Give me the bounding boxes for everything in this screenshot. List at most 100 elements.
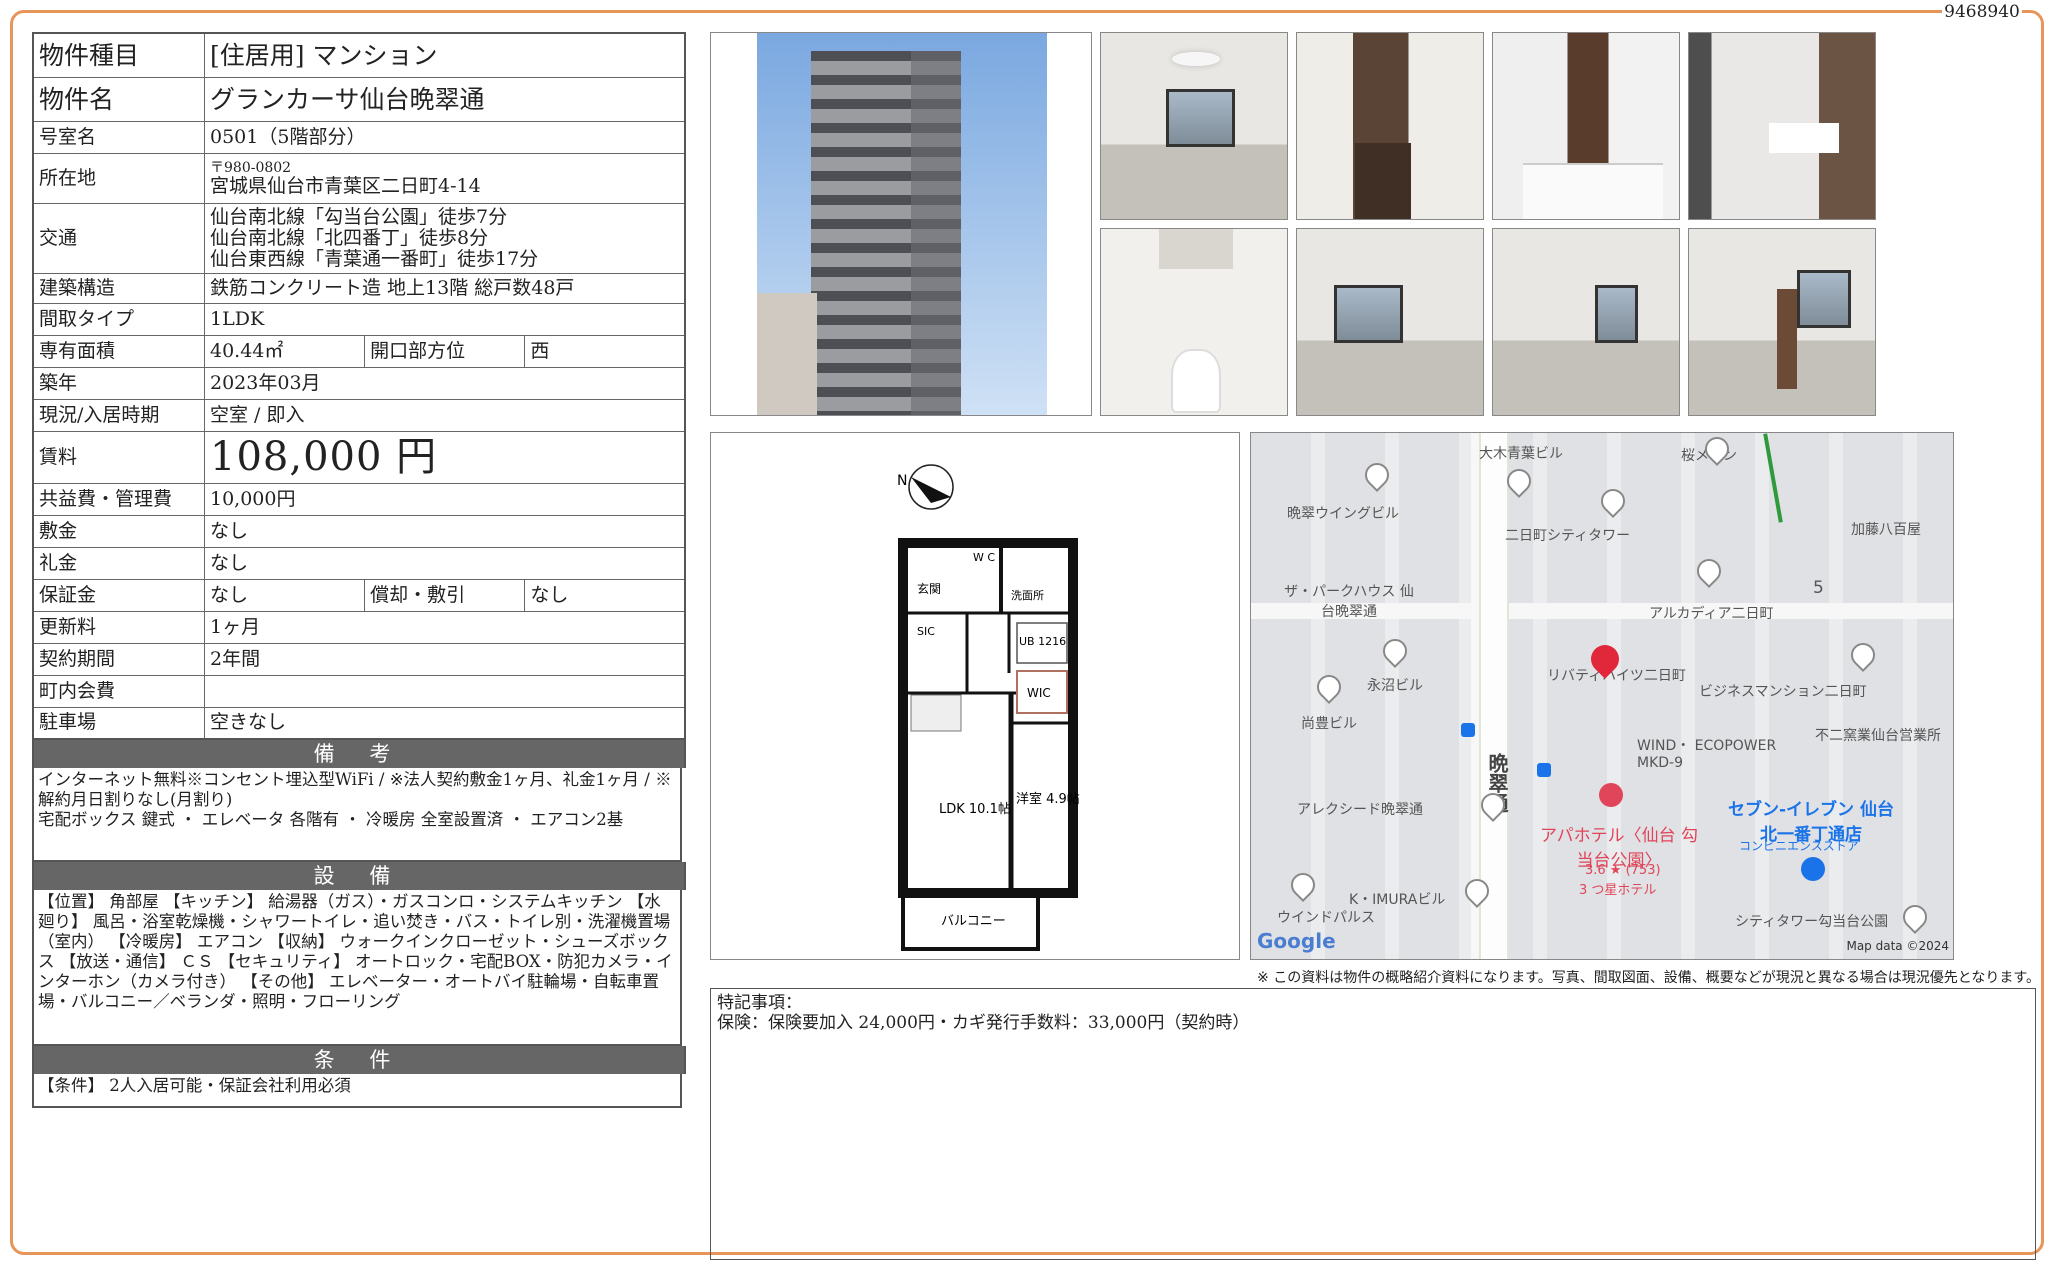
room-photo-3[interactable] [1492, 228, 1680, 416]
row-renewal: 更新料 1ヶ月 [32, 610, 686, 644]
hallway-photo[interactable] [1688, 228, 1876, 416]
window-image-3 [1595, 284, 1639, 343]
row-contract: 契約期間 2年間 [32, 642, 686, 676]
conditions-header: 条 件 [32, 1046, 686, 1074]
postal-code: 〒980-0802 [210, 159, 292, 176]
row-name: 物件名 グランカーサ仙台晩翠通 [32, 76, 686, 122]
room-photo-1[interactable] [1100, 32, 1288, 220]
floor-plan[interactable]: N 玄関 W C 洗面所 SIC UB 1216 WIC LDK 10.1帖 洋… [710, 432, 1240, 960]
property-table: 物件種目 [住居用] マンション 物件名 グランカーサ仙台晩翠通 号室名 050… [32, 32, 686, 740]
value-direction: 西 [524, 334, 686, 368]
building-side-image [911, 51, 961, 415]
washroom-photo[interactable] [1688, 32, 1876, 220]
label-renewal: 更新料 [32, 610, 205, 644]
room-sic: SIC [917, 625, 935, 638]
room-photo-2[interactable] [1296, 228, 1484, 416]
sink-image [1769, 123, 1839, 153]
row-address: 所在地 〒980-0802 宮城県仙台市青葉区二日町4-14 [32, 152, 686, 204]
bathroom-photo[interactable] [1492, 32, 1680, 220]
value-renewal: 1ヶ月 [204, 610, 686, 644]
toilet-photo[interactable] [1100, 228, 1288, 416]
value-guarantee: なし [203, 578, 366, 612]
row-layout: 間取タイプ 1LDK [32, 302, 686, 336]
room-balcony: バルコニー [941, 914, 1006, 929]
facilities-body: 【位置】 角部屋 【キッチン】 給湯器（ガス）・ガスコンロ・システムキッチン 【… [32, 890, 682, 1046]
label-built: 築年 [32, 366, 205, 400]
kitchen-photo[interactable] [1296, 32, 1484, 220]
value-key-money: なし [204, 546, 686, 580]
remarks-header: 備 考 [32, 740, 686, 768]
poi-21[interactable]: シティタワー勾当台公園 [1735, 911, 1888, 931]
label-key-money: 礼金 [32, 546, 205, 580]
row-rent: 賃料 108,000 円 [32, 430, 686, 484]
row-built: 築年 2023年03月 [32, 366, 686, 400]
poi-7[interactable]: リバティハイツ二日町 [1547, 665, 1686, 685]
label-fee: 共益費・管理費 [32, 482, 205, 516]
poi-13[interactable]: アレクシード晩翠通 [1297, 799, 1423, 819]
room-entry: 玄関 [917, 581, 941, 596]
window-image-2 [1334, 284, 1404, 343]
poi-10[interactable]: 尚豊ビル [1301, 713, 1357, 733]
window-image [1166, 88, 1236, 147]
room-ldk: LDK 10.1帖 [939, 802, 1011, 817]
ceiling-light-image [1171, 51, 1221, 67]
label-deposit: 敷金 [32, 514, 205, 548]
poi-5[interactable]: ザ・パークハウス 仙台晩翠通 [1279, 581, 1419, 621]
door-image [1777, 289, 1797, 389]
row-key-money: 礼金 なし [32, 546, 686, 580]
map-copyright: Map data ©2024 [1846, 939, 1949, 953]
poi-2[interactable]: 晩翠ウイングビル [1287, 503, 1399, 523]
kitchen-cabinet-image [1355, 143, 1411, 219]
poi-11[interactable]: 不二窯業仙台営業所 [1815, 725, 1941, 745]
label-contract: 契約期間 [32, 642, 205, 676]
document-number: 9468940 [1942, 0, 2022, 24]
label-status: 現況/入居時期 [32, 398, 205, 432]
poi-0[interactable]: 大木青葉ビル [1479, 443, 1563, 463]
poi-3[interactable]: 二日町シティタワー [1505, 525, 1630, 545]
poi-8[interactable]: ビジネスマンション二日町 [1699, 681, 1867, 701]
label-town-fee: 町内会費 [32, 674, 205, 708]
row-guarantee: 保証金 なし 償却・敷引 なし [32, 578, 686, 612]
label-room: 号室名 [32, 120, 205, 154]
row-room: 号室名 0501（5階部分） [32, 120, 686, 154]
row-type: 物件種目 [住居用] マンション [32, 32, 686, 78]
poi-20[interactable]: ウインドパルス [1277, 907, 1375, 927]
value-room: 0501（5階部分） [204, 120, 686, 154]
row-town-fee: 町内会費 [32, 674, 686, 708]
room-wic: WIC [1027, 686, 1051, 700]
value-area: 40.44㎡ [203, 334, 366, 368]
room-wash: 洗面所 [1011, 589, 1044, 602]
label-guarantee: 保証金 [32, 578, 205, 612]
poi-15[interactable]: コンビニエンスストア [1739, 837, 1859, 854]
room-wc: W C [973, 551, 995, 564]
location-map[interactable]: 晩翠通 5 大木青葉ビル 桜メゾン 晩翠ウイングビル 二日町シティタワー 加藤八… [1250, 432, 1954, 960]
value-layout: 1LDK [204, 302, 686, 336]
north-label: N [897, 473, 907, 489]
building-exterior-photo[interactable] [710, 32, 1092, 416]
value-name: グランカーサ仙台晩翠通 [204, 76, 686, 122]
label-name: 物件名 [32, 76, 205, 122]
poi-9[interactable]: 永沼ビル [1367, 675, 1423, 695]
poi-4[interactable]: 加藤八百屋 [1851, 519, 1921, 539]
label-layout: 間取タイプ [32, 302, 205, 336]
value-status: 空室 / 即入 [204, 398, 686, 432]
value-address: 〒980-0802 宮城県仙台市青葉区二日町4-14 [204, 152, 686, 204]
value-parking: 空きなし [204, 706, 686, 740]
label-type: 物件種目 [32, 32, 205, 78]
poi-18: 3 つ星ホテル [1579, 883, 1657, 898]
poi-12[interactable]: WIND・ ECOPOWER MKD-9 [1637, 735, 1777, 771]
transit-line-3: 仙台東西線「青葉通一番町」徒歩17分 [210, 247, 539, 270]
convenience-store-icon [1801, 857, 1825, 881]
label-rent: 賃料 [32, 430, 205, 484]
value-rent: 108,000 円 [204, 430, 686, 484]
facilities-header: 設 備 [32, 862, 686, 890]
poi-6[interactable]: アルカディア二日町 [1649, 603, 1773, 623]
subway-icon [1537, 763, 1551, 777]
poi-19[interactable]: K・IMURAビル [1349, 889, 1445, 909]
room-ub: UB 1216 [1019, 635, 1066, 648]
north-arrow-icon [908, 464, 954, 510]
disclaimer-notice: ※ この資料は物件の概略紹介資料になります。写真、間取図面、設備、概要などが現況… [1257, 970, 2040, 986]
label-amortization: 償却・敷引 [364, 578, 526, 612]
row-parking: 駐車場 空きなし [32, 706, 686, 740]
row-fee: 共益費・管理費 10,000円 [32, 482, 686, 516]
